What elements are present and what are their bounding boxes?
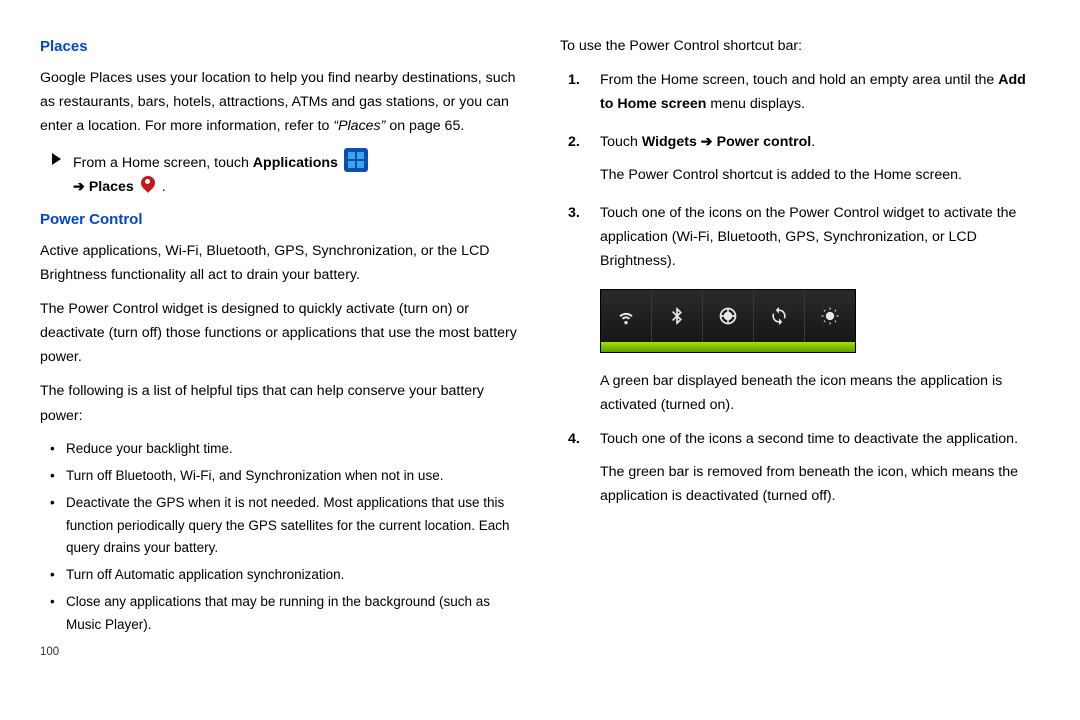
pc-paragraph-1: Active applications, Wi-Fi, Bluetooth, G…	[40, 239, 520, 287]
tip-item: Reduce your backlight time.	[40, 438, 520, 461]
brightness-toggle[interactable]	[805, 290, 855, 342]
applications-icon	[344, 148, 368, 172]
tip-item: Deactivate the GPS when it is not needed…	[40, 492, 520, 561]
page-number: 100	[40, 643, 520, 663]
pc-use-intro: To use the Power Control shortcut bar:	[560, 34, 1040, 58]
step-4-note: The green bar is removed from beneath th…	[600, 460, 1040, 508]
wifi-toggle[interactable]	[601, 290, 652, 342]
step-4: 4. Touch one of the icons a second time …	[560, 427, 1040, 507]
sync-icon	[769, 306, 789, 326]
heading-power-control: Power Control	[40, 207, 520, 233]
pc-paragraph-3: The following is a list of helpful tips …	[40, 379, 520, 427]
places-step: From a Home screen, touch Applications ➔…	[52, 148, 520, 199]
tips-list: Reduce your backlight time. Turn off Blu…	[40, 438, 520, 638]
power-control-widget	[600, 289, 856, 353]
brightness-icon	[820, 306, 840, 326]
step-3: 3. Touch one of the icons on the Power C…	[560, 201, 1040, 273]
right-column: To use the Power Control shortcut bar: 1…	[560, 30, 1040, 663]
gps-toggle[interactable]	[703, 290, 754, 342]
pc-paragraph-2: The Power Control widget is designed to …	[40, 297, 520, 369]
tip-item: Turn off Automatic application synchroni…	[40, 564, 520, 587]
active-indicator-bar	[601, 342, 855, 352]
left-column: Places Google Places uses your location …	[40, 30, 520, 663]
step-1: 1. From the Home screen, touch and hold …	[560, 68, 1040, 116]
gps-icon	[718, 306, 738, 326]
bluetooth-toggle[interactable]	[652, 290, 703, 342]
steps-list-continued: 4. Touch one of the icons a second time …	[560, 427, 1040, 507]
places-pin-icon	[140, 175, 156, 195]
bluetooth-icon	[667, 306, 687, 326]
sync-toggle[interactable]	[754, 290, 805, 342]
wifi-icon	[616, 306, 636, 326]
step-3-note: A green bar displayed beneath the icon m…	[600, 369, 1040, 417]
places-paragraph: Google Places uses your location to help…	[40, 66, 520, 138]
heading-places: Places	[40, 34, 520, 60]
step-bullet-icon	[52, 153, 61, 165]
steps-list: 1. From the Home screen, touch and hold …	[560, 68, 1040, 273]
step-2: 2. Touch Widgets ➔ Power control. The Po…	[560, 130, 1040, 186]
tip-item: Turn off Bluetooth, Wi-Fi, and Synchroni…	[40, 465, 520, 488]
step-2-note: The Power Control shortcut is added to t…	[600, 163, 1040, 187]
tip-item: Close any applications that may be runni…	[40, 591, 520, 637]
